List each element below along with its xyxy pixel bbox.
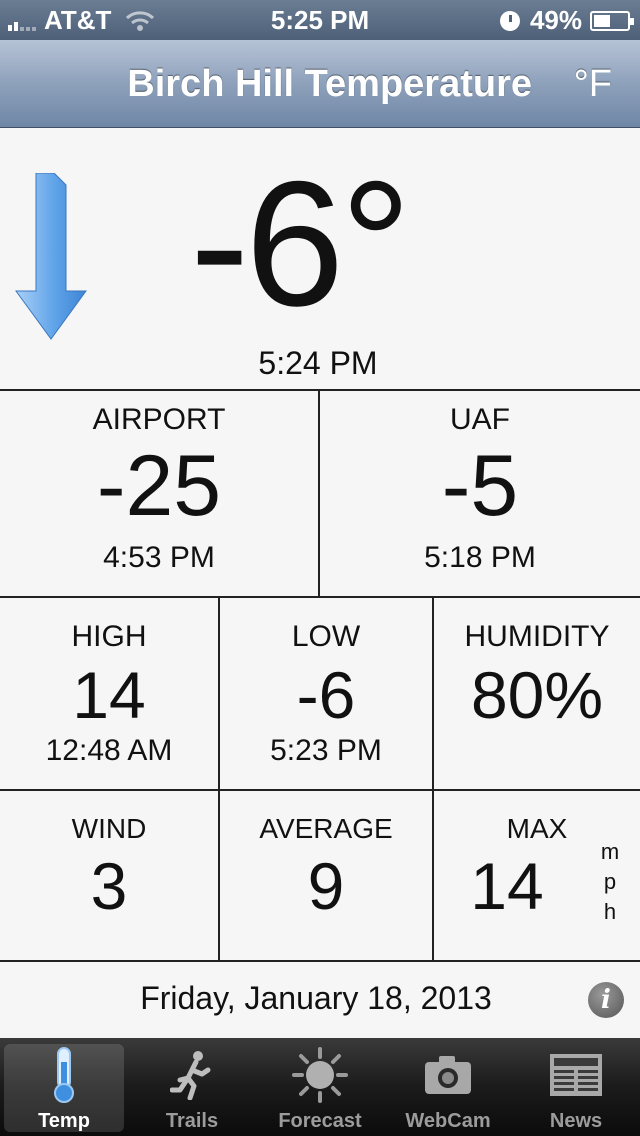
wind-label: WIND <box>71 813 147 844</box>
tab-trails[interactable]: Trails <box>128 1038 256 1136</box>
uaf-time: 5:18 PM <box>424 541 536 574</box>
tab-temp[interactable]: Temp <box>0 1038 128 1136</box>
tab-label: Forecast <box>278 1110 362 1132</box>
high-cell: HIGH 14 12:48 AM <box>0 598 220 789</box>
airport-time: 4:53 PM <box>103 541 215 574</box>
wind-value: 3 <box>90 849 128 923</box>
current-temperature-panel: -6° 5:24 PM <box>0 129 640 391</box>
current-date: Friday, January 18, 2013 <box>140 980 492 1016</box>
humidity-label: HUMIDITY <box>464 620 610 653</box>
airport-label: AIRPORT <box>92 403 226 436</box>
tab-label: WebCam <box>405 1110 491 1132</box>
current-temperature-time: 5:24 PM <box>258 345 378 381</box>
wind-unit-letter: m <box>600 839 620 864</box>
max-cell: MAX 14 m p h <box>434 791 640 960</box>
uaf-label: UAF <box>450 403 510 436</box>
uaf-temperature: -5 <box>441 438 519 534</box>
down-arrow-icon <box>15 173 87 340</box>
uaf-cell: UAF -5 5:18 PM <box>320 391 640 596</box>
battery-percent: 49% <box>529 5 582 35</box>
sun-icon <box>256 1046 384 1104</box>
camera-icon <box>384 1046 512 1104</box>
status-right: 49% <box>499 5 634 36</box>
high-label: HIGH <box>71 620 147 653</box>
rotation-lock-icon <box>499 10 520 31</box>
stations-row: AIRPORT -25 4:53 PM UAF -5 5:18 PM <box>0 391 640 598</box>
max-value: 14 <box>470 849 544 923</box>
current-temperature: -6° <box>190 144 411 343</box>
unit-toggle-button[interactable]: °F <box>574 40 612 128</box>
info-icon[interactable]: i <box>588 982 624 1018</box>
low-time: 5:23 PM <box>270 734 382 767</box>
page-title: Birch Hill Temperature <box>127 63 532 105</box>
tab-forecast[interactable]: Forecast <box>256 1038 384 1136</box>
status-bar: AT&T 5:25 PM 49% <box>0 0 640 40</box>
tab-label: Temp <box>38 1110 90 1132</box>
humidity-value: 80% <box>470 658 604 732</box>
tab-news[interactable]: News <box>512 1038 640 1136</box>
date-row: Friday, January 18, 2013 i <box>0 962 640 1038</box>
navigation-bar: Birch Hill Temperature °F <box>0 40 640 128</box>
wind-unit-label: m p h <box>598 837 622 927</box>
average-cell: AVERAGE 9 <box>220 791 434 960</box>
wind-row: WIND 3 AVERAGE 9 MAX 14 m p h <box>0 791 640 962</box>
low-cell: LOW -6 5:23 PM <box>220 598 434 789</box>
thermometer-icon <box>0 1046 128 1104</box>
wind-cell: WIND 3 <box>0 791 220 960</box>
wind-unit-letter: p <box>603 869 617 894</box>
newspaper-icon <box>512 1046 640 1104</box>
airport-cell: AIRPORT -25 4:53 PM <box>0 391 320 596</box>
battery-icon <box>590 10 634 31</box>
runner-icon <box>128 1046 256 1104</box>
tab-label: News <box>549 1110 603 1132</box>
low-label: LOW <box>291 620 361 653</box>
low-value: -6 <box>296 658 356 732</box>
stats-row: HIGH 14 12:48 AM LOW -6 5:23 PM HUMIDITY… <box>0 598 640 791</box>
wind-unit-letter: h <box>603 899 617 924</box>
average-label: AVERAGE <box>259 813 393 844</box>
tab-label: Trails <box>165 1110 219 1132</box>
tab-bar: Temp Trails Forecast WebCam News <box>0 1038 640 1136</box>
airport-temperature: -25 <box>96 438 222 534</box>
high-value: 14 <box>72 658 146 732</box>
average-value: 9 <box>307 849 345 923</box>
high-time: 12:48 AM <box>45 734 173 767</box>
tab-webcam[interactable]: WebCam <box>384 1038 512 1136</box>
humidity-cell: HUMIDITY 80% <box>434 598 640 789</box>
